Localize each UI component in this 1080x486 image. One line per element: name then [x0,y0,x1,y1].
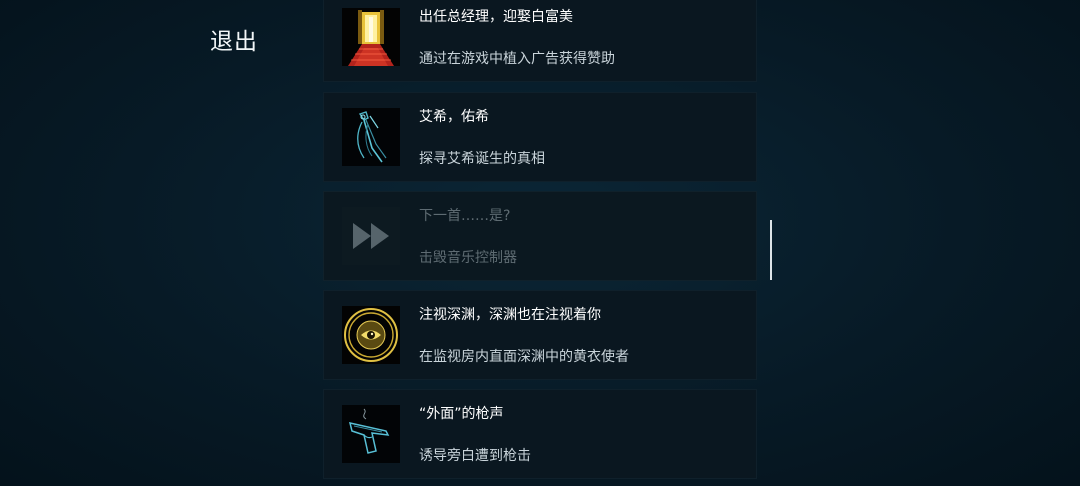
achievement-description: 通过在游戏中植入广告获得赞助 [419,51,615,67]
exit-button[interactable]: 退出 [210,22,258,56]
achievement-title: 下一首……是? [419,208,511,224]
achievement-title: 注视深渊，深渊也在注视着你 [419,307,601,323]
achievement-description: 击毁音乐控制器 [419,250,517,266]
pistol-icon [342,405,400,463]
achievement-card[interactable]: 出任总经理，迎娶白富美 通过在游戏中植入广告获得赞助 [323,0,757,82]
achievement-card[interactable]: 艾希，佑希 探寻艾希诞生的真相 [323,92,757,182]
blade-icon [342,108,400,166]
achievement-description: 诱导旁白遭到枪击 [419,448,531,464]
achievement-card[interactable]: “外面”的枪声 诱导旁白遭到枪击 [323,389,757,479]
achievement-description: 在监视房内直面深渊中的黄衣使者 [419,349,629,365]
golden-door-icon [342,8,400,66]
fast-forward-icon [342,207,400,265]
achievement-title: “外面”的枪声 [419,406,504,422]
achievement-list[interactable]: 出任总经理，迎娶白富美 通过在游戏中植入广告获得赞助 艾希，佑希 探寻艾希诞生的… [323,0,757,486]
eye-emblem-icon [342,306,400,364]
achievement-card[interactable]: 注视深渊，深渊也在注视着你 在监视房内直面深渊中的黄衣使者 [323,290,757,380]
scrollbar-thumb[interactable] [770,220,772,280]
achievement-card-locked[interactable]: 下一首……是? 击毁音乐控制器 [323,191,757,281]
achievement-title: 艾希，佑希 [419,109,489,125]
achievement-title: 出任总经理，迎娶白富美 [419,9,573,25]
achievement-description: 探寻艾希诞生的真相 [419,151,545,167]
